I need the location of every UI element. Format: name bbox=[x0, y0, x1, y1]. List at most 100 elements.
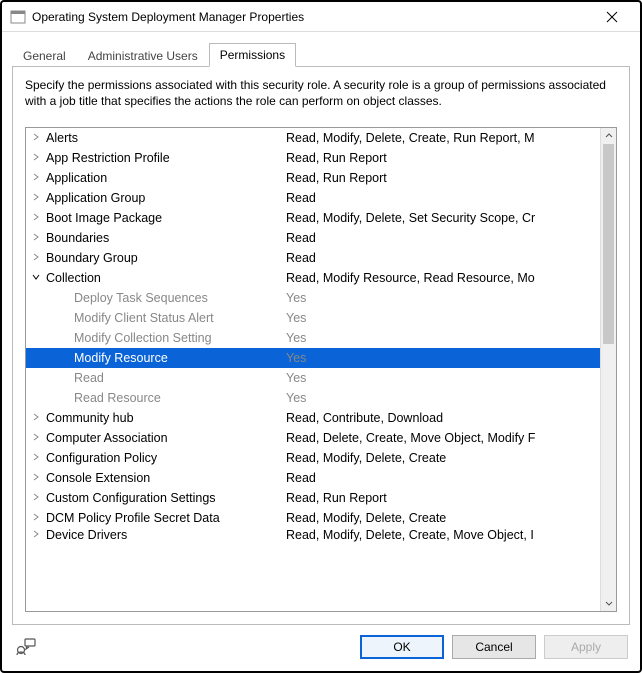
tree-row-value: Read, Modify, Delete, Create, Move Objec… bbox=[286, 528, 600, 542]
chevron-right-icon[interactable] bbox=[26, 252, 46, 265]
tree-row-value: Read, Modify, Delete, Create bbox=[286, 451, 600, 465]
tree-row-label: Deploy Task Sequences bbox=[46, 291, 286, 305]
tree-row-label: Boundaries bbox=[46, 231, 286, 245]
tree-row-value: Read, Modify, Delete, Create, Run Report… bbox=[286, 131, 600, 145]
permissions-tree[interactable]: AlertsRead, Modify, Delete, Create, Run … bbox=[26, 128, 600, 611]
tree-row-value: Read, Contribute, Download bbox=[286, 411, 600, 425]
panel-description: Specify the permissions associated with … bbox=[25, 77, 617, 109]
tree-row-value: Read, Delete, Create, Move Object, Modif… bbox=[286, 431, 600, 445]
tree-child-row[interactable]: Modify ResourceYes bbox=[26, 348, 600, 368]
tree-row-value: Yes bbox=[286, 391, 600, 405]
tree-row-value: Read, Run Report bbox=[286, 151, 600, 165]
scroll-down-arrow[interactable] bbox=[601, 595, 617, 611]
tree-row-value: Read bbox=[286, 471, 600, 485]
tree-group-row[interactable]: Configuration PolicyRead, Modify, Delete… bbox=[26, 448, 600, 468]
chevron-right-icon[interactable] bbox=[26, 472, 46, 485]
tab-permissions[interactable]: Permissions bbox=[209, 43, 296, 67]
tree-row-label: Modify Client Status Alert bbox=[46, 311, 286, 325]
tree-group-row[interactable]: ApplicationRead, Run Report bbox=[26, 168, 600, 188]
tree-child-row[interactable]: Deploy Task SequencesYes bbox=[26, 288, 600, 308]
tree-row-value: Read bbox=[286, 191, 600, 205]
tree-row-value: Read bbox=[286, 251, 600, 265]
tree-row-label: Application Group bbox=[46, 191, 286, 205]
vertical-scrollbar[interactable] bbox=[600, 128, 616, 611]
chevron-down-icon bbox=[605, 599, 613, 607]
scroll-up-arrow[interactable] bbox=[601, 128, 617, 144]
tree-group-row[interactable]: AlertsRead, Modify, Delete, Create, Run … bbox=[26, 128, 600, 148]
tree-row-value: Yes bbox=[286, 311, 600, 325]
chevron-down-icon[interactable] bbox=[26, 272, 46, 285]
permissions-tree-container: AlertsRead, Modify, Delete, Create, Run … bbox=[25, 127, 617, 612]
tree-row-label: App Restriction Profile bbox=[46, 151, 286, 165]
tree-group-row[interactable]: Boundary GroupRead bbox=[26, 248, 600, 268]
chevron-right-icon[interactable] bbox=[26, 412, 46, 425]
tab-general[interactable]: General bbox=[12, 44, 77, 67]
window-title: Operating System Deployment Manager Prop… bbox=[32, 10, 592, 24]
tree-row-label: Read bbox=[46, 371, 286, 385]
tree-row-value: Yes bbox=[286, 331, 600, 345]
tree-row-label: Community hub bbox=[46, 411, 286, 425]
tree-group-row[interactable]: Community hubRead, Contribute, Download bbox=[26, 408, 600, 428]
tree-row-label: Computer Association bbox=[46, 431, 286, 445]
tree-group-row[interactable]: BoundariesRead bbox=[26, 228, 600, 248]
tree-row-value: Read, Modify Resource, Read Resource, Mo bbox=[286, 271, 600, 285]
tree-row-label: Modify Resource bbox=[46, 351, 286, 365]
tree-row-label: Application bbox=[46, 171, 286, 185]
tree-row-label: Console Extension bbox=[46, 471, 286, 485]
titlebar: Operating System Deployment Manager Prop… bbox=[2, 2, 640, 32]
scroll-thumb[interactable] bbox=[603, 144, 614, 344]
chevron-right-icon[interactable] bbox=[26, 432, 46, 445]
tree-row-label: Read Resource bbox=[46, 391, 286, 405]
tabstrip: General Administrative Users Permissions bbox=[12, 42, 630, 66]
button-row: OK Cancel Apply bbox=[12, 625, 630, 661]
chevron-right-icon[interactable] bbox=[26, 232, 46, 245]
chevron-right-icon[interactable] bbox=[26, 152, 46, 165]
chevron-up-icon bbox=[605, 132, 613, 140]
cancel-button[interactable]: Cancel bbox=[452, 635, 536, 659]
tree-group-row[interactable]: Device DriversRead, Modify, Delete, Crea… bbox=[26, 528, 600, 542]
tree-row-value: Yes bbox=[286, 291, 600, 305]
tab-administrative-users[interactable]: Administrative Users bbox=[77, 44, 209, 67]
tree-child-row[interactable]: Modify Collection SettingYes bbox=[26, 328, 600, 348]
close-icon bbox=[606, 11, 618, 23]
tree-group-row[interactable]: Custom Configuration SettingsRead, Run R… bbox=[26, 488, 600, 508]
tree-row-label: Alerts bbox=[46, 131, 286, 145]
feedback-icon[interactable] bbox=[14, 635, 38, 659]
tree-row-value: Yes bbox=[286, 371, 600, 385]
tree-child-row[interactable]: Modify Client Status AlertYes bbox=[26, 308, 600, 328]
tree-group-row[interactable]: DCM Policy Profile Secret DataRead, Modi… bbox=[26, 508, 600, 528]
chevron-right-icon[interactable] bbox=[26, 212, 46, 225]
chevron-right-icon[interactable] bbox=[26, 529, 46, 542]
tree-row-label: Device Drivers bbox=[46, 528, 286, 542]
apply-button[interactable]: Apply bbox=[544, 635, 628, 659]
tree-row-label: Custom Configuration Settings bbox=[46, 491, 286, 505]
tree-group-row[interactable]: CollectionRead, Modify Resource, Read Re… bbox=[26, 268, 600, 288]
tree-row-value: Read, Modify, Delete, Create bbox=[286, 511, 600, 525]
tree-row-value: Read, Run Report bbox=[286, 491, 600, 505]
tree-child-row[interactable]: Read ResourceYes bbox=[26, 388, 600, 408]
tree-group-row[interactable]: App Restriction ProfileRead, Run Report bbox=[26, 148, 600, 168]
chevron-right-icon[interactable] bbox=[26, 132, 46, 145]
tree-row-value: Read, Run Report bbox=[286, 171, 600, 185]
chevron-right-icon[interactable] bbox=[26, 172, 46, 185]
tree-child-row[interactable]: ReadYes bbox=[26, 368, 600, 388]
close-button[interactable] bbox=[592, 3, 632, 31]
tree-row-value: Read, Modify, Delete, Set Security Scope… bbox=[286, 211, 600, 225]
tree-row-value: Yes bbox=[286, 351, 600, 365]
chevron-right-icon[interactable] bbox=[26, 192, 46, 205]
dialog-body: General Administrative Users Permissions… bbox=[2, 32, 640, 671]
tree-group-row[interactable]: Boot Image PackageRead, Modify, Delete, … bbox=[26, 208, 600, 228]
app-icon bbox=[10, 9, 26, 25]
chevron-right-icon[interactable] bbox=[26, 452, 46, 465]
tree-row-label: DCM Policy Profile Secret Data bbox=[46, 511, 286, 525]
tree-group-row[interactable]: Application GroupRead bbox=[26, 188, 600, 208]
tab-panel-permissions: Specify the permissions associated with … bbox=[12, 66, 630, 625]
tree-group-row[interactable]: Computer AssociationRead, Delete, Create… bbox=[26, 428, 600, 448]
chevron-right-icon[interactable] bbox=[26, 512, 46, 525]
tree-row-value: Read bbox=[286, 231, 600, 245]
tree-row-label: Collection bbox=[46, 271, 286, 285]
tree-group-row[interactable]: Console ExtensionRead bbox=[26, 468, 600, 488]
ok-button[interactable]: OK bbox=[360, 635, 444, 659]
tree-row-label: Modify Collection Setting bbox=[46, 331, 286, 345]
chevron-right-icon[interactable] bbox=[26, 492, 46, 505]
